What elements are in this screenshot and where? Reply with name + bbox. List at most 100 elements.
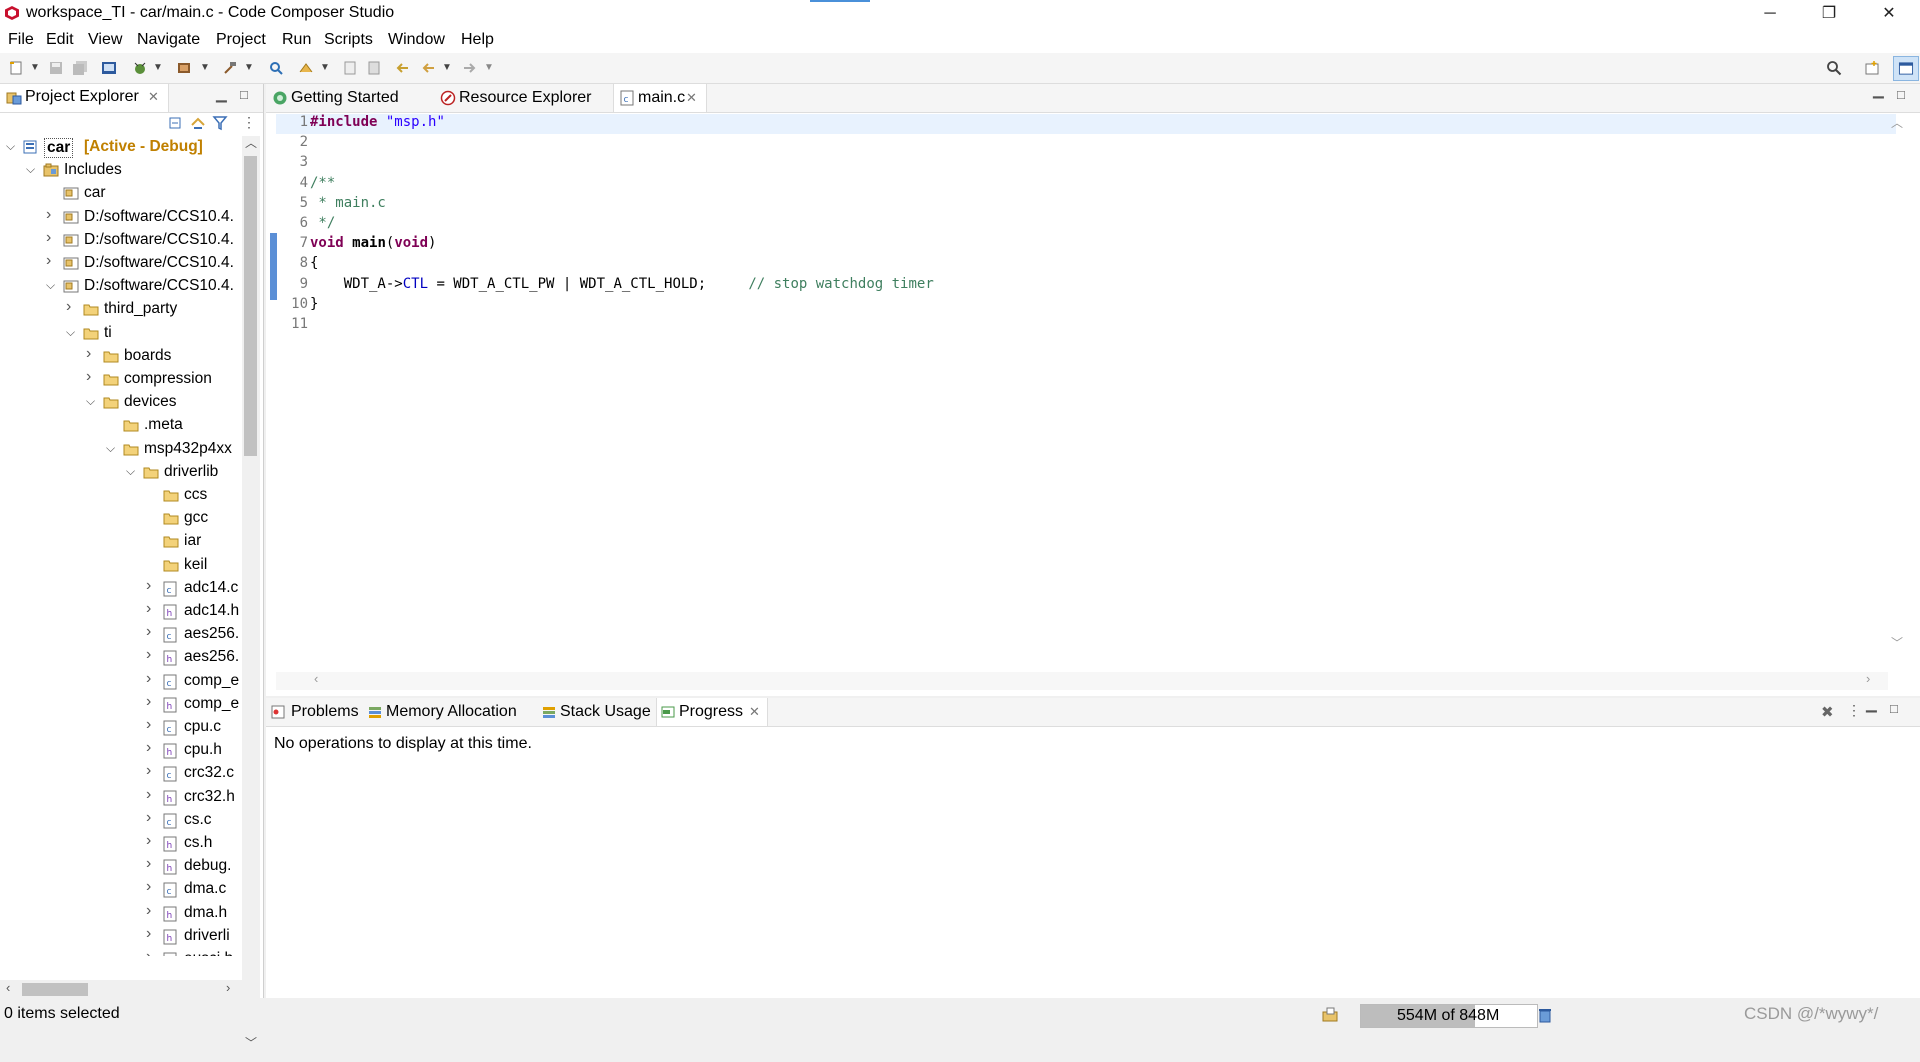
chevron-right-icon[interactable]: ›: [146, 600, 158, 618]
menu-window[interactable]: Window: [388, 31, 445, 49]
filter-icon[interactable]: [212, 115, 228, 131]
chevron-right-icon[interactable]: ›: [86, 345, 98, 363]
tree-item[interactable]: ⌵ devices: [0, 391, 242, 414]
code-line[interactable]: 11: [274, 316, 1874, 336]
tab-getting-started[interactable]: Getting Started: [266, 84, 428, 112]
tree-item[interactable]: .meta: [0, 414, 242, 437]
scroll-up-icon[interactable]: ︿: [245, 134, 257, 151]
chevron-right-icon[interactable]: ›: [146, 809, 158, 827]
pin-editor-icon[interactable]: [366, 60, 382, 76]
tree-item[interactable]: gcc: [0, 507, 242, 530]
minimize-view-icon[interactable]: ▁: [216, 86, 227, 103]
terminal-icon[interactable]: [101, 60, 117, 76]
chevron-right-icon[interactable]: ›: [46, 229, 58, 247]
maximize-button[interactable]: ❐: [1806, 0, 1852, 28]
tree-item[interactable]: ⌵ msp432p4xx: [0, 438, 242, 461]
chevron-right-icon[interactable]: ›: [146, 693, 158, 711]
tree-item[interactable]: › h crc32.h: [0, 786, 242, 809]
code-line[interactable]: 9 WDT_A->CTL = WDT_A_CTL_PW | WDT_A_CTL_…: [274, 276, 1874, 296]
tab-resource-explorer[interactable]: Resource Explorer: [430, 84, 610, 112]
chevron-right-icon[interactable]: ›: [146, 855, 158, 873]
tree-item[interactable]: › D:/software/CCS10.4.: [0, 252, 242, 275]
tree-item[interactable]: › D:/software/CCS10.4.: [0, 229, 242, 252]
menu-scripts[interactable]: Scripts: [324, 31, 373, 49]
code-line[interactable]: 8{: [274, 255, 1874, 275]
menu-help[interactable]: Help: [461, 31, 494, 49]
tab-project-explorer[interactable]: Project Explorer ✕: [0, 84, 169, 112]
scroll-left-icon[interactable]: ‹: [6, 980, 10, 995]
chevron-right-icon[interactable]: ›: [86, 368, 98, 386]
menu-navigate[interactable]: Navigate: [137, 31, 200, 49]
chevron-down-icon[interactable]: ⌵: [26, 162, 38, 177]
chevron-right-icon[interactable]: ›: [46, 252, 58, 270]
debug-dropdown-icon[interactable]: ▼: [153, 62, 163, 73]
code-line[interactable]: 6 */: [274, 215, 1874, 235]
minimize-button[interactable]: ─: [1747, 0, 1793, 28]
last-edit-icon[interactable]: [342, 60, 358, 76]
chevron-right-icon[interactable]: ›: [146, 925, 158, 943]
tab-main-c[interactable]: c main.c ✕: [613, 84, 707, 112]
chevron-down-icon[interactable]: ⌵: [6, 139, 18, 154]
maximize-view-icon[interactable]: □: [240, 87, 248, 102]
tree-item[interactable]: › h adc14.h: [0, 600, 242, 623]
editor-scroll-right-icon[interactable]: ›: [1866, 671, 1870, 686]
back-dropdown-icon[interactable]: ▼: [442, 62, 452, 73]
next-annotation-icon[interactable]: [298, 60, 314, 76]
code-line[interactable]: 10}: [274, 296, 1874, 316]
tree-item[interactable]: › c dma.c: [0, 878, 242, 901]
remove-all-finished-icon[interactable]: ✖: [1821, 703, 1834, 721]
new-dropdown-icon[interactable]: ▼: [30, 62, 40, 73]
close-progress-tab-icon[interactable]: ✕: [749, 704, 760, 720]
chevron-right-icon[interactable]: ›: [146, 716, 158, 734]
tree-item[interactable]: car: [0, 182, 242, 205]
tree-item[interactable]: › compression: [0, 368, 242, 391]
chevron-down-icon[interactable]: ⌵: [66, 325, 78, 340]
debug-icon[interactable]: [132, 60, 148, 76]
editor-scroll-up-icon[interactable]: ︿: [1891, 114, 1903, 131]
menu-view[interactable]: View: [88, 31, 122, 49]
tree-item[interactable]: › c cpu.c: [0, 716, 242, 739]
chevron-down-icon[interactable]: ⌵: [126, 464, 138, 479]
tab-problems[interactable]: Problems: [266, 698, 360, 726]
hammer-dropdown-icon[interactable]: ▼: [244, 62, 254, 73]
minimize-panel-icon[interactable]: ▁: [1866, 696, 1877, 713]
code-line[interactable]: 3: [274, 154, 1874, 174]
tree-item[interactable]: › c comp_e: [0, 670, 242, 693]
save-icon[interactable]: [48, 60, 64, 76]
open-perspective-icon[interactable]: [1864, 60, 1880, 76]
maximize-panel-icon[interactable]: □: [1890, 701, 1898, 716]
collapse-all-icon[interactable]: [168, 115, 184, 131]
tree-item[interactable]: keil: [0, 554, 242, 577]
tab-memory-allocation[interactable]: Memory Allocation: [364, 698, 532, 726]
tree-item[interactable]: ccs: [0, 484, 242, 507]
chevron-right-icon[interactable]: ›: [146, 878, 158, 896]
build-icon[interactable]: [176, 60, 192, 76]
editor-horizontal-scrollbar[interactable]: ‹ ›: [276, 671, 1888, 690]
chevron-down-icon[interactable]: ⌵: [46, 278, 58, 293]
heap-status[interactable]: 554M of 848M: [1360, 1004, 1538, 1028]
scroll-down-icon[interactable]: ﹀: [245, 1034, 257, 1051]
tree-item[interactable]: ⌵ driverlib: [0, 461, 242, 484]
save-all-icon[interactable]: [72, 60, 88, 76]
ccs-edit-perspective-button[interactable]: [1893, 56, 1919, 81]
tree-item[interactable]: iar: [0, 530, 242, 553]
code-line[interactable]: 5 * main.c: [274, 195, 1874, 215]
hammer-icon[interactable]: [222, 60, 238, 76]
garbage-collect-icon[interactable]: [1538, 1007, 1552, 1023]
menu-file[interactable]: File: [8, 31, 34, 49]
chevron-right-icon[interactable]: ›: [146, 762, 158, 780]
tree-item[interactable]: › h driverli: [0, 925, 242, 948]
tree-item[interactable]: › c cs.c: [0, 809, 242, 832]
editor-vertical-scrollbar[interactable]: ︿ ﹀: [1888, 114, 1906, 662]
chevron-right-icon[interactable]: ›: [46, 206, 58, 224]
maximize-editor-icon[interactable]: □: [1897, 87, 1905, 102]
tree-item[interactable]: › h aes256.: [0, 646, 242, 669]
tree-item[interactable]: › D:/software/CCS10.4.: [0, 206, 242, 229]
background-tasks-icon[interactable]: [1322, 1007, 1338, 1023]
chevron-right-icon[interactable]: ›: [146, 902, 158, 920]
tree-item[interactable]: › h debug.: [0, 855, 242, 878]
menu-project[interactable]: Project: [216, 31, 266, 49]
tree-item[interactable]: › c aes256.: [0, 623, 242, 646]
forward-icon[interactable]: [462, 60, 478, 76]
chevron-right-icon[interactable]: ›: [146, 577, 158, 595]
